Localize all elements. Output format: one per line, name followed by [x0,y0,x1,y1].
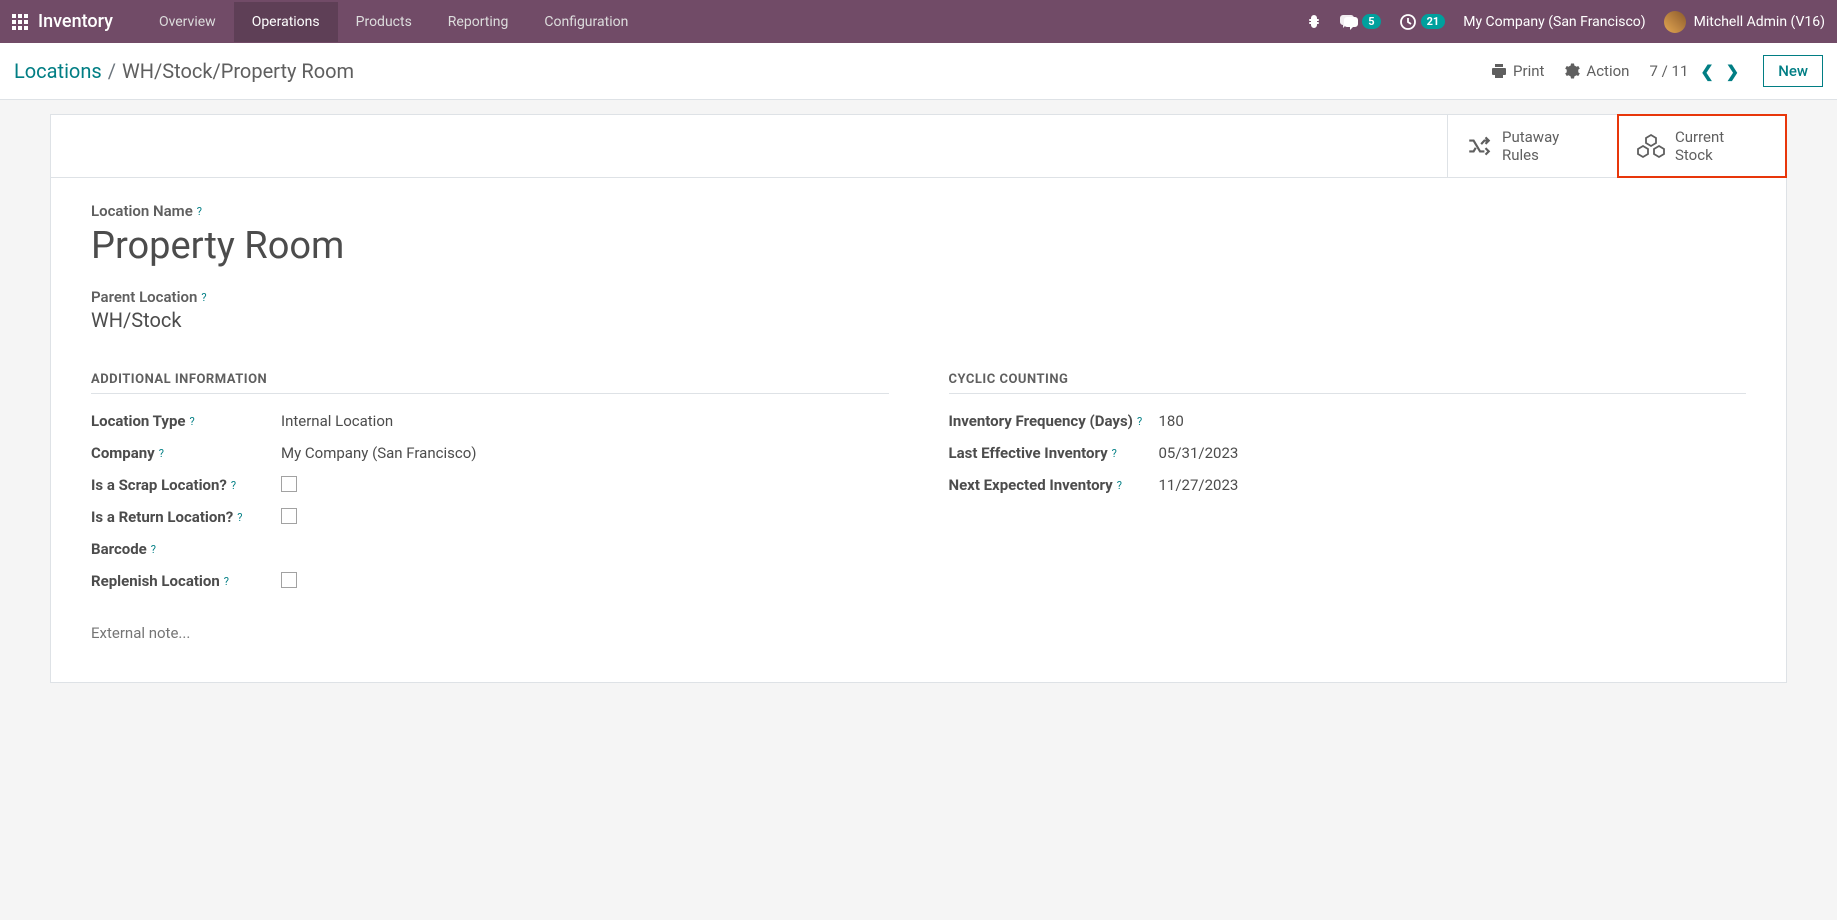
help-icon[interactable]: ? [1117,479,1122,492]
main-navbar: Inventory Overview Operations Products R… [0,0,1837,43]
nav-products[interactable]: Products [338,2,430,42]
nav-operations[interactable]: Operations [234,2,338,42]
pager: 7 / 11 ❮ ❯ [1649,62,1743,81]
putaway-line1: Putaway [1502,128,1559,146]
pager-next[interactable]: ❯ [1722,62,1743,81]
stock-line2: Stock [1675,146,1724,164]
location-type-label: Location Type? [91,412,281,430]
cubes-icon [1637,133,1665,159]
nav-reporting[interactable]: Reporting [430,2,527,42]
return-label: Is a Return Location?? [91,508,281,526]
location-name-value[interactable]: Property Room [91,224,1746,268]
new-button[interactable]: New [1763,55,1823,87]
help-icon[interactable]: ? [237,511,242,524]
button-box: Putaway Rules Current Stock [51,115,1786,178]
action-label: Action [1586,62,1629,80]
debug-icon[interactable] [1306,14,1322,30]
current-stock-button[interactable]: Current Stock [1617,114,1787,178]
stock-line1: Current [1675,128,1724,146]
putaway-line2: Rules [1502,146,1559,164]
messages-badge: 5 [1362,14,1380,29]
inv-freq-label: Inventory Frequency (Days)? [949,412,1159,430]
help-icon[interactable]: ? [151,543,156,556]
replenish-checkbox[interactable] [281,572,297,588]
help-icon[interactable]: ? [1112,447,1117,460]
form-card: Putaway Rules Current Stock Location Nam… [50,114,1787,683]
parent-location-label: Parent Location? [91,288,1746,306]
control-bar: Locations / WH/Stock/Property Room Print… [0,43,1837,100]
form-sheet: Location Name? Property Room Parent Loca… [51,178,1786,682]
next-exp-value[interactable]: 11/27/2023 [1159,476,1239,494]
additional-info-col: ADDITIONAL INFORMATION Location Type? In… [91,372,889,642]
company-value[interactable]: My Company (San Francisco) [281,444,476,462]
help-icon[interactable]: ? [1137,415,1142,428]
apps-icon[interactable] [12,14,28,30]
breadcrumb: Locations / WH/Stock/Property Room [14,59,354,83]
scrap-checkbox[interactable] [281,476,297,492]
scrap-label: Is a Scrap Location?? [91,476,281,494]
next-exp-label: Next Expected Inventory? [949,476,1159,494]
shuffle-icon [1466,133,1492,159]
location-name-label: Location Name? [91,202,1746,220]
help-icon[interactable]: ? [224,575,229,588]
user-menu[interactable]: Mitchell Admin (V16) [1664,11,1825,33]
user-name: Mitchell Admin (V16) [1694,14,1825,30]
activities-icon[interactable]: 21 [1399,13,1446,31]
nav-menu: Overview Operations Products Reporting C… [141,2,646,42]
replenish-label: Replenish Location? [91,572,281,590]
nav-configuration[interactable]: Configuration [526,2,646,42]
cyclic-counting-col: CYCLIC COUNTING Inventory Frequency (Day… [949,372,1747,642]
app-brand[interactable]: Inventory [38,11,113,32]
help-icon[interactable]: ? [201,291,206,304]
print-label: Print [1513,62,1544,80]
help-icon[interactable]: ? [197,205,202,218]
section-cyclic: CYCLIC COUNTING [949,372,1747,394]
parent-location-value[interactable]: WH/Stock [91,308,1746,332]
pager-prev[interactable]: ❮ [1696,62,1717,81]
barcode-label: Barcode? [91,540,281,558]
nav-right: 5 21 My Company (San Francisco) Mitchell… [1306,11,1825,33]
company-selector[interactable]: My Company (San Francisco) [1463,14,1645,30]
control-right: Print Action 7 / 11 ❮ ❯ New [1491,55,1823,87]
help-icon[interactable]: ? [231,479,236,492]
activities-badge: 21 [1421,14,1446,29]
breadcrumb-sep: / [108,59,116,83]
breadcrumb-current: WH/Stock/Property Room [122,59,354,83]
help-icon[interactable]: ? [190,415,195,428]
putaway-rules-button[interactable]: Putaway Rules [1447,115,1617,177]
avatar [1664,11,1686,33]
location-type-value[interactable]: Internal Location [281,412,393,430]
last-eff-label: Last Effective Inventory? [949,444,1159,462]
action-button[interactable]: Action [1564,62,1629,80]
pager-text[interactable]: 7 / 11 [1649,62,1688,80]
external-note-input[interactable] [91,624,889,642]
inv-freq-value[interactable]: 180 [1159,412,1184,430]
gear-icon [1564,63,1580,79]
breadcrumb-parent[interactable]: Locations [14,59,102,83]
last-eff-value[interactable]: 05/31/2023 [1159,444,1239,462]
print-icon [1491,63,1507,79]
print-button[interactable]: Print [1491,62,1544,80]
section-additional: ADDITIONAL INFORMATION [91,372,889,394]
company-label: Company? [91,444,281,462]
help-icon[interactable]: ? [159,447,164,460]
return-checkbox[interactable] [281,508,297,524]
nav-overview[interactable]: Overview [141,2,234,42]
messages-icon[interactable]: 5 [1340,14,1380,30]
